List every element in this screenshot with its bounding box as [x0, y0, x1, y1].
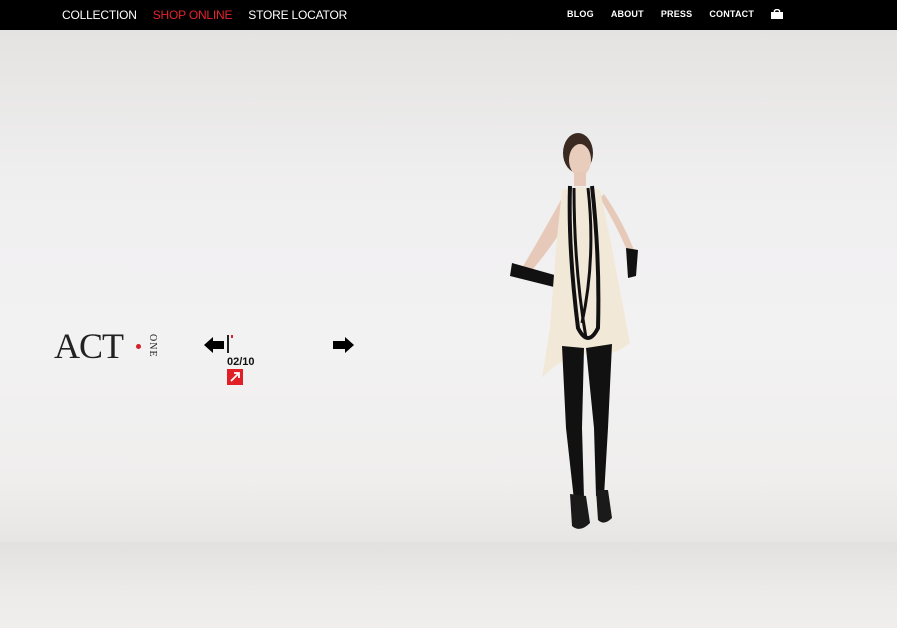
footer-band — [0, 542, 897, 628]
nav-contact[interactable]: CONTACT — [709, 9, 754, 19]
logo-wordmark: ACT — [54, 326, 124, 366]
secondary-nav: BLOG ABOUT PRESS CONTACT — [567, 9, 784, 19]
nav-collection[interactable]: COLLECTION — [62, 8, 137, 22]
nav-blog[interactable]: BLOG — [567, 9, 594, 19]
nav-press[interactable]: PRESS — [661, 9, 693, 19]
logo-dot — [136, 344, 141, 349]
logo-subtitle: ONE — [147, 334, 158, 358]
top-navigation-bar: COLLECTION SHOP ONLINE STORE LOCATOR BLO… — [0, 0, 897, 30]
nav-about[interactable]: ABOUT — [611, 9, 644, 19]
nav-store-locator[interactable]: STORE LOCATOR — [248, 8, 347, 22]
main-nav: COLLECTION SHOP ONLINE STORE LOCATOR — [62, 8, 347, 22]
model-photo — [510, 133, 638, 529]
arrow-left-icon[interactable] — [204, 336, 228, 354]
slide-counter: 02/10 — [227, 356, 255, 368]
arrow-right-icon[interactable] — [332, 336, 354, 354]
slide-progress-marker — [227, 335, 229, 353]
nav-shop-online[interactable]: SHOP ONLINE — [153, 8, 233, 22]
expand-arrow-icon[interactable] — [227, 369, 243, 385]
hero-stage — [0, 30, 897, 542]
slide-progress-dot — [231, 335, 233, 338]
shopping-bag-icon[interactable] — [771, 9, 784, 19]
